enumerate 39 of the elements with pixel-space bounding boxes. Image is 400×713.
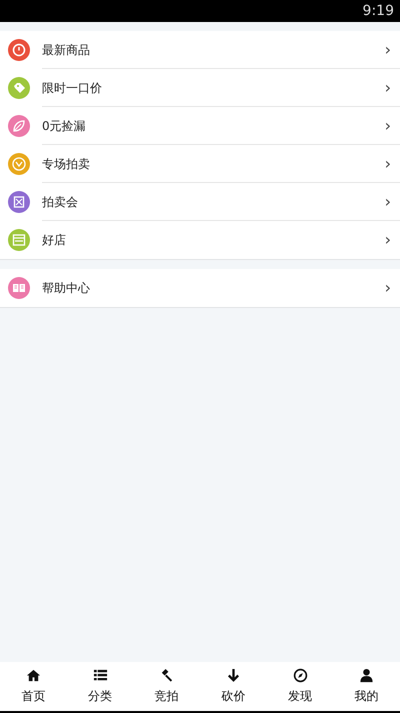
tab-button[interactable]: 首页 (0, 662, 67, 711)
menu-item[interactable]: 专场拍卖 › (0, 145, 400, 183)
menu-item[interactable]: 拍卖会 › (0, 183, 400, 221)
status-time: 9:19 (362, 2, 394, 20)
chevron-icon: › (384, 118, 391, 134)
chevron-icon: › (384, 280, 391, 296)
chevron-icon: › (384, 156, 391, 172)
menu-label: 最新商品 (42, 42, 90, 58)
tab-button[interactable]: 我的 (333, 662, 400, 711)
compass-icon (292, 668, 308, 683)
chevron-icon: › (384, 80, 391, 96)
menu-item[interactable]: 最新商品 › (0, 31, 400, 69)
tab-button[interactable]: 发现 (266, 662, 334, 711)
menu-label: 好店 (42, 232, 66, 249)
shop-icon (8, 229, 30, 251)
clock-icon (8, 39, 30, 61)
arrow-down-icon (226, 668, 241, 683)
chevron-icon: › (384, 194, 391, 210)
menu-label: 帮助中心 (42, 280, 90, 297)
menu-item[interactable]: 帮助中心 › (0, 269, 400, 307)
home-icon (26, 668, 41, 683)
menu-item[interactable]: 0元捡漏 › (0, 107, 400, 145)
book-icon (8, 277, 30, 299)
chevron-icon: › (384, 232, 391, 248)
menu-label: 限时一口价 (42, 80, 102, 96)
menu-label: 0元捡漏 (42, 118, 86, 134)
tab-button[interactable]: 竞拍 (133, 662, 200, 711)
user-icon (359, 668, 374, 683)
list-icon (92, 668, 108, 683)
menu-item[interactable]: 限时一口价 › (0, 69, 400, 107)
chevron-icon: › (384, 42, 391, 58)
tab-button[interactable]: 砍价 (200, 662, 267, 711)
menu-label: 拍卖会 (42, 194, 78, 210)
leaf-icon (8, 115, 30, 137)
gavel-icon (159, 668, 174, 683)
tag-icon (8, 77, 30, 99)
menu-item[interactable]: 好店 › (0, 221, 400, 259)
menu-label: 专场拍卖 (42, 156, 90, 172)
tab-button[interactable]: 分类 (66, 662, 134, 711)
